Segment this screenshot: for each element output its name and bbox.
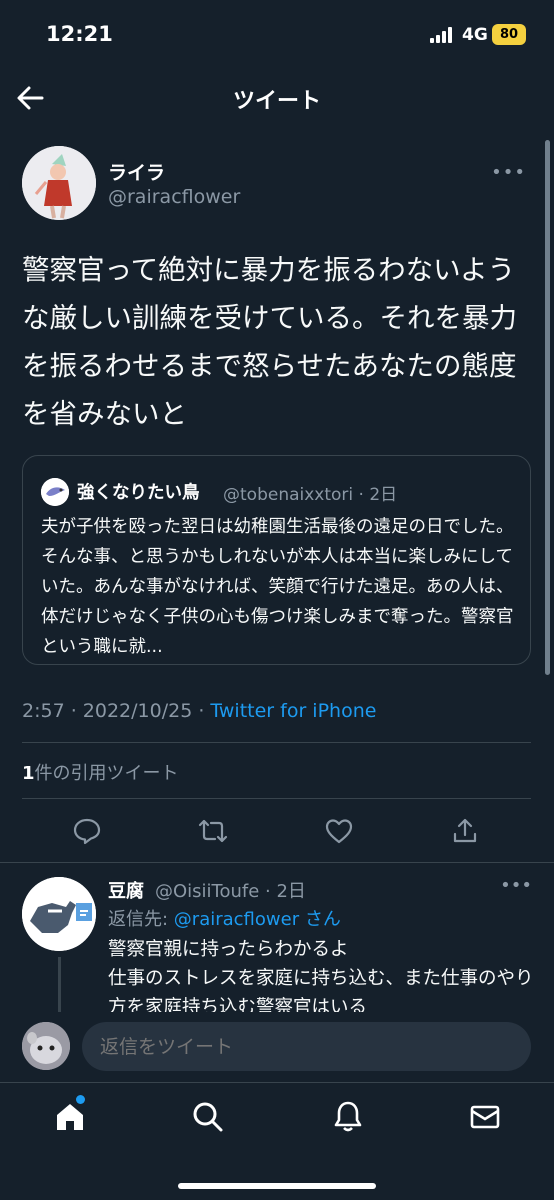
like-icon[interactable] [324,816,354,846]
mail-icon[interactable] [467,1099,503,1135]
divider [22,742,531,743]
reply-icon[interactable] [72,816,102,846]
quote-count-label: 件の引用ツイート [34,763,179,784]
reply-to-mention[interactable]: @rairacflower [174,909,299,930]
quoted-author-handle: @tobenaixxtori · 2日 [223,485,398,505]
retweet-icon[interactable] [198,816,228,846]
reply-input[interactable] [82,1022,531,1071]
reply-to-prefix: 返信先: [108,909,174,930]
reply-to-line: 返信先: @rairacflower さん [108,905,341,931]
bell-icon[interactable] [330,1099,366,1135]
quote-tweet-count[interactable]: 1件の引用ツイート [22,759,179,785]
reply-to-suffix: さん [299,909,341,930]
tweet-author: ライラ @rairacflower ••• [22,146,532,222]
share-icon[interactable] [450,816,480,846]
notification-dot [76,1095,85,1104]
user-avatar[interactable] [22,1022,70,1070]
quoted-avatar [41,478,69,506]
quote-count-number: 1 [22,763,35,784]
tweet-text: 警察官って絶対に暴力を振るわないような厳しい訓練を受けている。それを暴力を振るわ… [22,254,517,430]
home-icon[interactable] [52,1099,88,1135]
search-icon[interactable] [190,1099,226,1135]
status-bar: 12:21 4G 80 [0,0,554,70]
page-title: ツイート [232,89,321,114]
author-name[interactable]: ライラ [108,158,165,185]
timestamp-text: 2:57 · 2022/10/25 · [22,700,211,722]
home-indicator [178,1183,376,1189]
signal-icon [430,27,456,43]
reply-text: 警察官親に持ったらわかるよ 仕事のストレスを家庭に持ち込む、また仕事のやり方を家… [108,939,534,1018]
network-label: 4G [462,25,488,45]
quoted-tweet[interactable]: 強くなりたい鳥 @tobenaixxtori · 2日 夫が子供を殴った翌日は幼… [22,455,531,665]
more-options-icon[interactable]: ••• [491,162,526,183]
tweet-actions [0,812,554,852]
author-handle[interactable]: @rairacflower [108,186,240,208]
source-link[interactable]: Twitter for iPhone [210,700,376,722]
quoted-text: 夫が子供を殴った翌日は幼稚園生活最後の遠足の日でした。そんな事、と思うかもしれな… [41,517,514,657]
top-bar: ツイート [0,72,554,124]
reply-more-options-icon[interactable]: ••• [500,875,532,896]
battery-icon: 80 [492,24,526,45]
thread-line [58,957,61,1017]
divider [22,798,531,799]
reply-author-handle[interactable]: @OisiiToufe · 2日 [155,877,306,903]
reply-author-name[interactable]: 豆腐 [108,877,144,903]
reply-avatar[interactable] [22,877,96,951]
avatar[interactable] [22,146,96,220]
reply-tweet[interactable]: 豆腐 @OisiiToufe · 2日 ••• 返信先: @rairacflow… [0,862,554,1018]
tweet-timestamp: 2:57 · 2022/10/25 · Twitter for iPhone [22,700,376,722]
bottom-tab-bar [0,1082,554,1200]
reply-compose-bar [0,1012,554,1082]
status-time: 12:21 [46,22,113,46]
quoted-author-name: 強くなりたい鳥 [77,483,200,503]
scrollbar[interactable] [545,140,550,675]
